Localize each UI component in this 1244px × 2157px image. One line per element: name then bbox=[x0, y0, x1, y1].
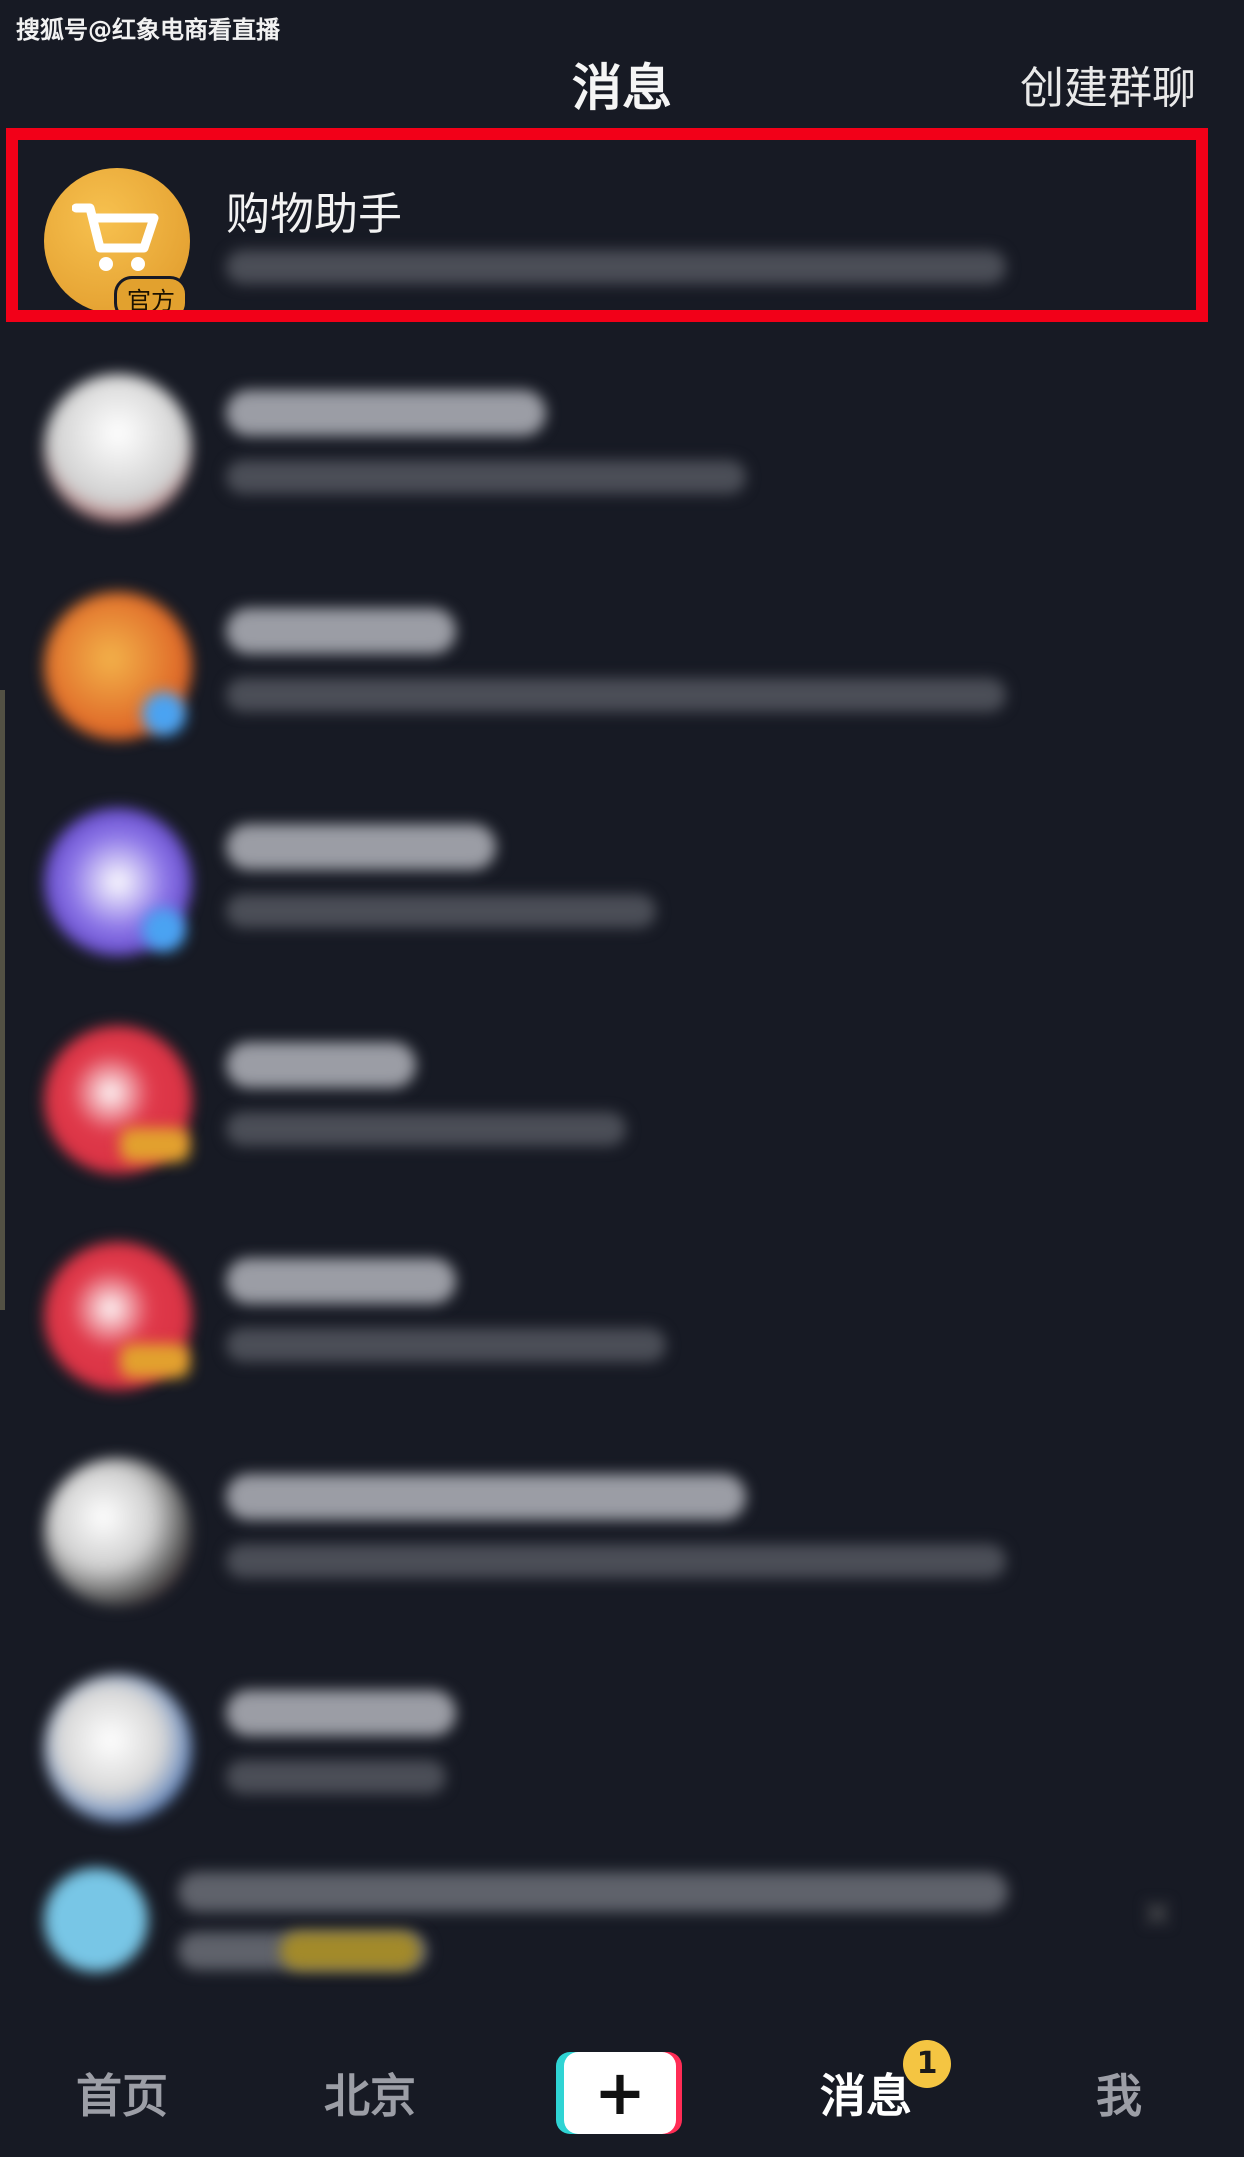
conversation-name bbox=[226, 608, 456, 654]
conversation-row[interactable] bbox=[0, 990, 1244, 1200]
tag-badge bbox=[120, 1128, 190, 1162]
shopping-cart-icon bbox=[72, 203, 159, 271]
conversation-preview bbox=[226, 1544, 1006, 1578]
notification-prompt-link[interactable] bbox=[280, 1932, 420, 1970]
notification-prompt[interactable] bbox=[0, 1850, 1244, 1990]
contact-avatar bbox=[44, 1674, 192, 1822]
conversation-preview bbox=[226, 250, 1006, 284]
tag-badge bbox=[120, 1344, 190, 1378]
tab-messages[interactable]: 消息 bbox=[820, 2060, 912, 2126]
shopping-assistant-avatar: 官方 bbox=[44, 168, 190, 321]
conversation-shopping-assistant[interactable]: 官方 购物助手 bbox=[0, 128, 1244, 338]
contact-avatar bbox=[44, 374, 192, 522]
conversation-row[interactable] bbox=[0, 1422, 1244, 1632]
conversation-name bbox=[226, 1042, 416, 1088]
official-badge: 官方 bbox=[114, 276, 188, 321]
watermark: 搜狐号@红象电商看直播 bbox=[16, 16, 280, 44]
conversation-preview bbox=[226, 678, 1006, 712]
create-group-chat-button[interactable]: 创建群聊 bbox=[1020, 52, 1196, 116]
verified-badge bbox=[142, 908, 186, 952]
create-post-button[interactable]: + bbox=[556, 2052, 682, 2134]
close-icon[interactable]: × bbox=[1140, 1890, 1174, 1936]
conversation-preview bbox=[226, 460, 746, 494]
conversation-name: 购物助手 bbox=[226, 189, 402, 240]
contact-avatar bbox=[44, 1458, 192, 1606]
conversation-name bbox=[226, 390, 546, 436]
conversation-name bbox=[226, 1474, 746, 1520]
message-count-badge: 1 bbox=[903, 2040, 951, 2088]
conversation-preview bbox=[226, 1328, 666, 1362]
verified-badge bbox=[142, 692, 186, 736]
tab-me[interactable]: 我 bbox=[1096, 2060, 1142, 2126]
plus-icon: + bbox=[594, 2056, 646, 2129]
notification-prompt-icon bbox=[44, 1868, 148, 1972]
notification-prompt-text bbox=[178, 1872, 1008, 1912]
tab-home[interactable]: 首页 bbox=[76, 2060, 168, 2126]
conversation-preview bbox=[226, 894, 656, 928]
conversation-row[interactable] bbox=[0, 1206, 1244, 1416]
conversation-row[interactable] bbox=[0, 772, 1244, 982]
tab-city[interactable]: 北京 bbox=[324, 2060, 416, 2126]
plus-button-face: + bbox=[564, 2052, 676, 2134]
conversation-name bbox=[226, 824, 496, 870]
conversation-row[interactable] bbox=[0, 1638, 1244, 1848]
conversation-name bbox=[226, 1690, 456, 1736]
conversation-row[interactable] bbox=[0, 556, 1244, 766]
conversation-row[interactable] bbox=[0, 338, 1244, 548]
conversation-preview bbox=[226, 1760, 446, 1794]
conversation-preview bbox=[226, 1112, 626, 1146]
conversation-name bbox=[226, 1258, 456, 1304]
